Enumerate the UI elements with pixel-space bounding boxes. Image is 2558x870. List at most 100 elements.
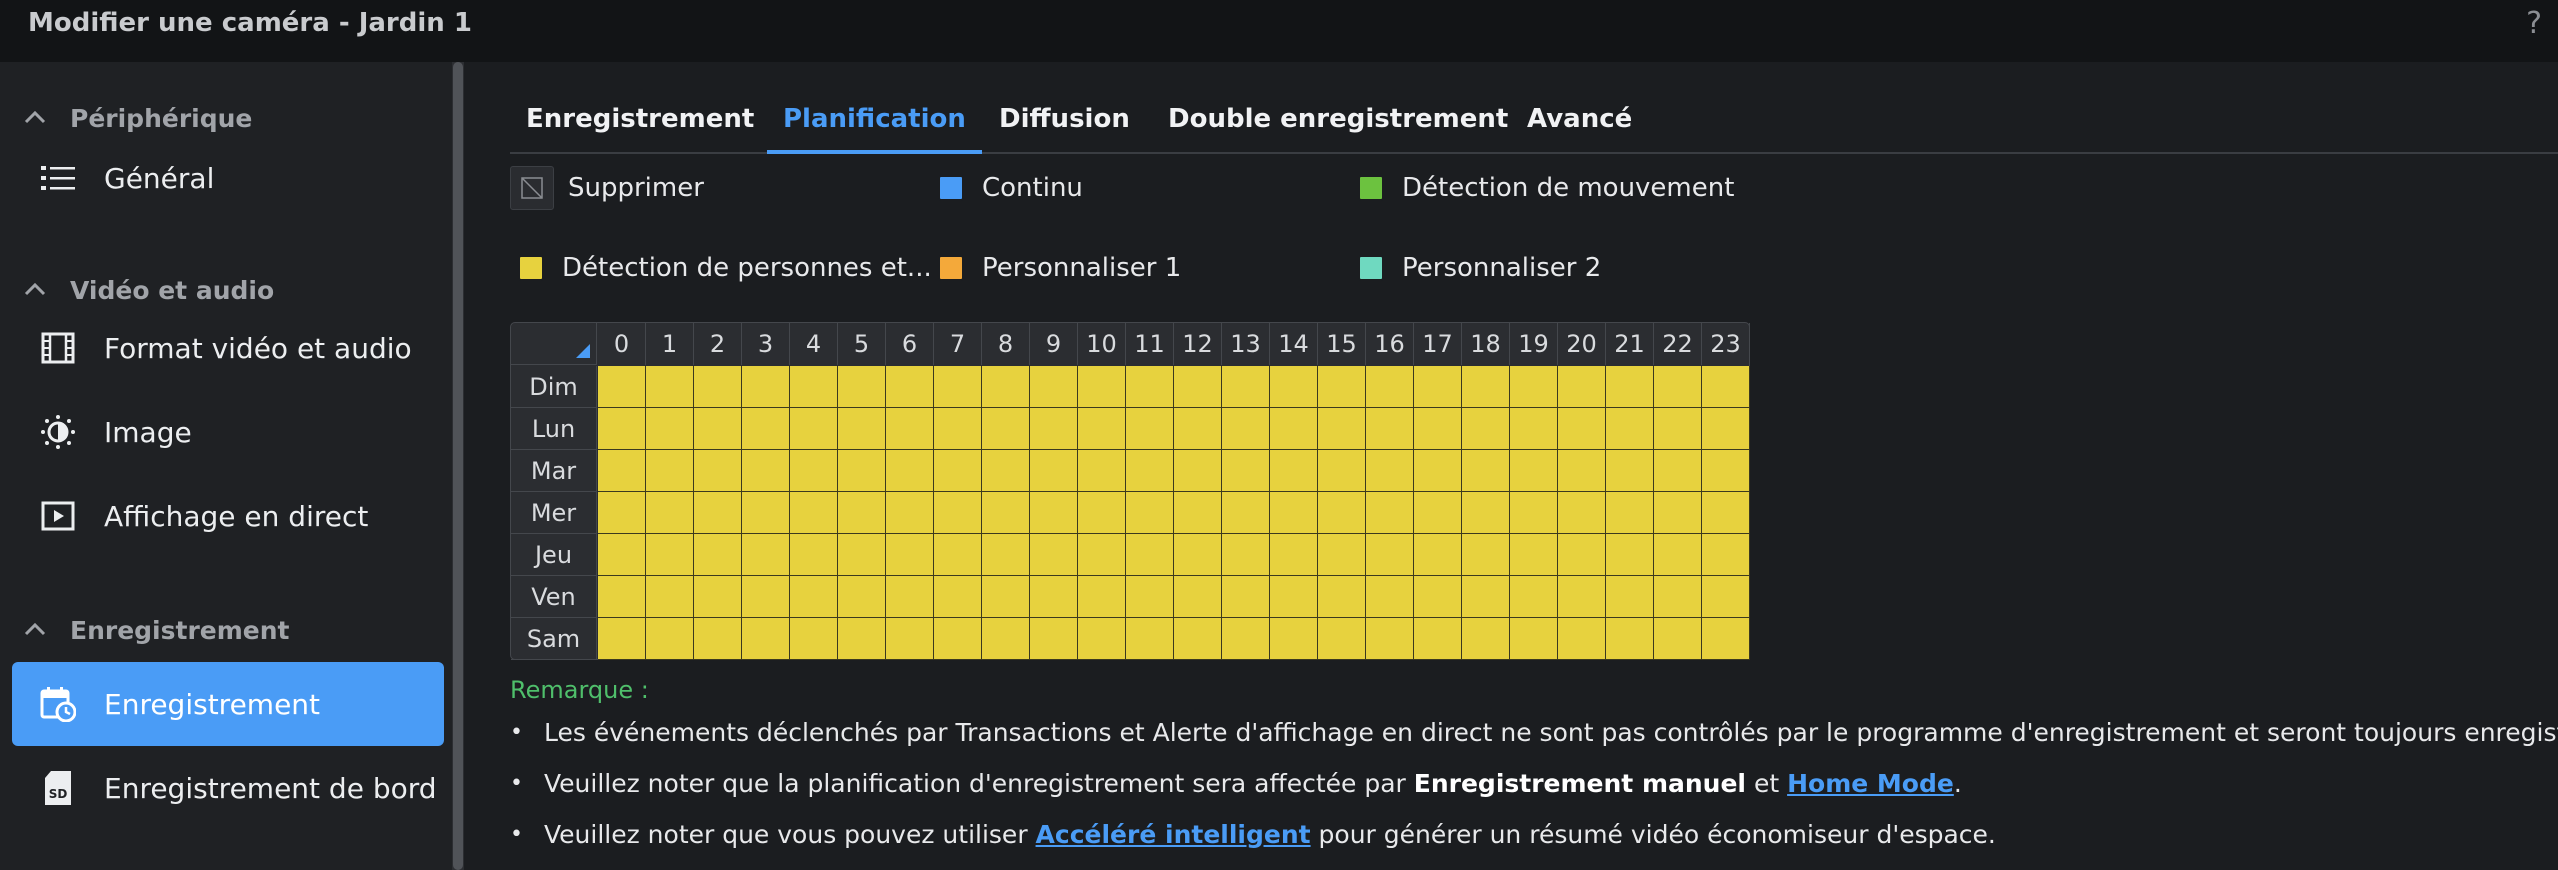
schedule-cell[interactable] [1414, 450, 1462, 492]
legend-detection-mouvement[interactable]: Détection de mouvement [1358, 166, 1734, 210]
schedule-cell[interactable] [1126, 408, 1174, 450]
hour-header[interactable]: 16 [1366, 323, 1414, 365]
tab-planification[interactable]: Planification [767, 90, 982, 154]
day-header[interactable]: Lun [511, 408, 597, 450]
schedule-cell[interactable] [1366, 576, 1414, 618]
schedule-cell[interactable] [1558, 576, 1606, 618]
sidebar-item-enregistrement-bord[interactable]: SD Enregistrement de bord [12, 746, 444, 830]
schedule-cell[interactable] [1702, 450, 1750, 492]
schedule-cell[interactable] [598, 534, 646, 576]
schedule-cell[interactable] [1462, 576, 1510, 618]
schedule-cell[interactable] [1462, 366, 1510, 408]
schedule-cell[interactable] [1510, 450, 1558, 492]
schedule-cell[interactable] [742, 576, 790, 618]
schedule-cell[interactable] [790, 408, 838, 450]
day-header[interactable]: Sam [511, 618, 597, 660]
schedule-cell[interactable] [1414, 492, 1462, 534]
schedule-cell[interactable] [694, 450, 742, 492]
tab-avance[interactable]: Avancé [1527, 90, 1632, 152]
schedule-cell[interactable] [1174, 366, 1222, 408]
hour-header[interactable]: 10 [1078, 323, 1126, 365]
schedule-cell[interactable] [1702, 492, 1750, 534]
schedule-cell[interactable] [982, 618, 1030, 660]
schedule-cell[interactable] [1126, 618, 1174, 660]
schedule-cell[interactable] [742, 408, 790, 450]
schedule-cell[interactable] [1126, 492, 1174, 534]
schedule-cell[interactable] [1222, 576, 1270, 618]
schedule-cell[interactable] [1030, 366, 1078, 408]
schedule-cell[interactable] [1270, 408, 1318, 450]
hour-header[interactable]: 12 [1174, 323, 1222, 365]
schedule-cell[interactable] [1174, 450, 1222, 492]
schedule-cell[interactable] [1270, 618, 1318, 660]
legend-personnaliser-1[interactable]: Personnaliser 1 [938, 246, 1181, 290]
schedule-cell[interactable] [1270, 450, 1318, 492]
schedule-cell[interactable] [1654, 618, 1702, 660]
schedule-cell[interactable] [790, 450, 838, 492]
sidebar-scrollbar[interactable] [452, 62, 464, 870]
schedule-cell[interactable] [1654, 450, 1702, 492]
schedule-cell[interactable] [1558, 366, 1606, 408]
schedule-cell[interactable] [1078, 534, 1126, 576]
schedule-cell[interactable] [1702, 534, 1750, 576]
schedule-cell[interactable] [838, 408, 886, 450]
schedule-cell[interactable] [742, 618, 790, 660]
schedule-cell[interactable] [1654, 576, 1702, 618]
hour-header[interactable]: 14 [1270, 323, 1318, 365]
schedule-cell[interactable] [1270, 576, 1318, 618]
legend-continu[interactable]: Continu [938, 166, 1083, 210]
schedule-cell[interactable] [1366, 492, 1414, 534]
hour-header[interactable]: 0 [598, 323, 646, 365]
schedule-cell[interactable] [886, 366, 934, 408]
schedule-cell[interactable] [646, 450, 694, 492]
schedule-cell[interactable] [598, 618, 646, 660]
schedule-cell[interactable] [1174, 618, 1222, 660]
schedule-cell[interactable] [1558, 534, 1606, 576]
schedule-cell[interactable] [1510, 534, 1558, 576]
hour-header[interactable]: 21 [1606, 323, 1654, 365]
schedule-cell[interactable] [1318, 534, 1366, 576]
schedule-cell[interactable] [838, 492, 886, 534]
schedule-cell[interactable] [886, 450, 934, 492]
schedule-cell[interactable] [1654, 492, 1702, 534]
schedule-cell[interactable] [598, 576, 646, 618]
schedule-cell[interactable] [886, 492, 934, 534]
schedule-cell[interactable] [646, 492, 694, 534]
schedule-cell[interactable] [1078, 576, 1126, 618]
schedule-cell[interactable] [1078, 408, 1126, 450]
schedule-cell[interactable] [934, 576, 982, 618]
schedule-cell[interactable] [838, 576, 886, 618]
schedule-cell[interactable] [790, 576, 838, 618]
schedule-cell[interactable] [934, 618, 982, 660]
section-header-video-audio[interactable]: Vidéo et audio [20, 270, 274, 310]
schedule-cell[interactable] [1126, 450, 1174, 492]
schedule-cell[interactable] [1270, 534, 1318, 576]
schedule-cell[interactable] [934, 408, 982, 450]
select-all-corner[interactable] [511, 323, 597, 365]
hour-header[interactable]: 8 [982, 323, 1030, 365]
schedule-cell[interactable] [1414, 618, 1462, 660]
day-header[interactable]: Mar [511, 450, 597, 492]
schedule-cell[interactable] [742, 450, 790, 492]
schedule-cell[interactable] [1078, 618, 1126, 660]
schedule-cell[interactable] [1606, 450, 1654, 492]
schedule-cell[interactable] [1030, 492, 1078, 534]
sidebar-item-general[interactable]: Général [12, 136, 444, 220]
schedule-cell[interactable] [646, 366, 694, 408]
schedule-cell[interactable] [1222, 366, 1270, 408]
sidebar-item-affichage-direct[interactable]: Affichage en direct [12, 474, 444, 558]
hour-header[interactable]: 18 [1462, 323, 1510, 365]
tab-enregistrement[interactable]: Enregistrement [526, 90, 754, 152]
schedule-cell[interactable] [838, 618, 886, 660]
schedule-cell[interactable] [790, 366, 838, 408]
schedule-cell[interactable] [1222, 534, 1270, 576]
schedule-cell[interactable] [1414, 576, 1462, 618]
schedule-cell[interactable] [598, 450, 646, 492]
schedule-cell[interactable] [1558, 492, 1606, 534]
schedule-cell[interactable] [1078, 366, 1126, 408]
schedule-cell[interactable] [1702, 408, 1750, 450]
hour-header[interactable]: 22 [1654, 323, 1702, 365]
hour-header[interactable]: 13 [1222, 323, 1270, 365]
schedule-cell[interactable] [742, 366, 790, 408]
schedule-cell[interactable] [1030, 534, 1078, 576]
